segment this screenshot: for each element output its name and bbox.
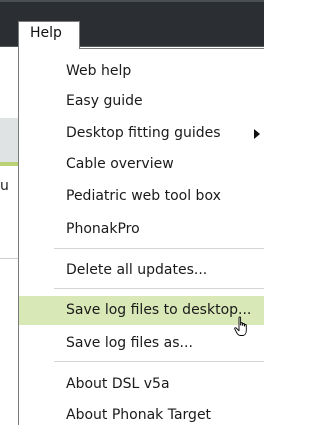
menu-item-label: About Phonak Target xyxy=(66,407,212,423)
menu-item-label: Cable overview xyxy=(66,156,174,172)
hand-pointer-icon xyxy=(234,316,247,336)
menu-separator xyxy=(54,248,264,249)
menu-item-label: PhonakPro xyxy=(66,221,140,237)
menu-separator xyxy=(54,361,264,362)
app-window: u Help Web help Easy guide Desktop fitti… xyxy=(0,0,264,425)
menu-item-desktop-fitting-guides[interactable]: Desktop fitting guides xyxy=(19,119,264,148)
menu-item-web-help[interactable]: Web help xyxy=(19,57,264,86)
menu-item-label: Easy guide xyxy=(66,93,143,109)
menu-item-delete-all-updates[interactable]: Delete all updates... xyxy=(19,256,264,285)
help-dropdown-menu: Web help Easy guide Desktop fitting guid… xyxy=(18,48,264,425)
menu-item-label: Save log files to desktop... xyxy=(66,302,252,318)
menu-item-save-log-files-as[interactable]: Save log files as... xyxy=(19,329,264,358)
menu-item-label: Web help xyxy=(66,63,132,79)
menu-item-pediatric-web-tool-box[interactable]: Pediatric web tool box xyxy=(19,182,264,211)
menu-item-save-log-files-to-desktop[interactable]: Save log files to desktop... xyxy=(19,296,264,325)
menu-item-phonakpro[interactable]: PhonakPro xyxy=(19,215,264,244)
menu-item-label: Save log files as... xyxy=(66,335,193,351)
background-partial-text: u xyxy=(0,178,8,194)
menu-item-about-phonak-target[interactable]: About Phonak Target xyxy=(19,401,264,425)
menu-item-label: Delete all updates... xyxy=(66,262,208,278)
menu-item-about-dsl[interactable]: About DSL v5a xyxy=(19,370,264,399)
menu-separator xyxy=(54,288,264,289)
chevron-right-icon xyxy=(254,129,260,139)
menu-item-cable-overview[interactable]: Cable overview xyxy=(19,150,264,179)
menu-help[interactable]: Help xyxy=(18,21,80,49)
menu-item-easy-guide[interactable]: Easy guide xyxy=(19,87,264,116)
menu-item-label: Pediatric web tool box xyxy=(66,188,221,204)
menu-item-label: About DSL v5a xyxy=(66,376,170,392)
menu-item-label: Desktop fitting guides xyxy=(66,125,221,141)
